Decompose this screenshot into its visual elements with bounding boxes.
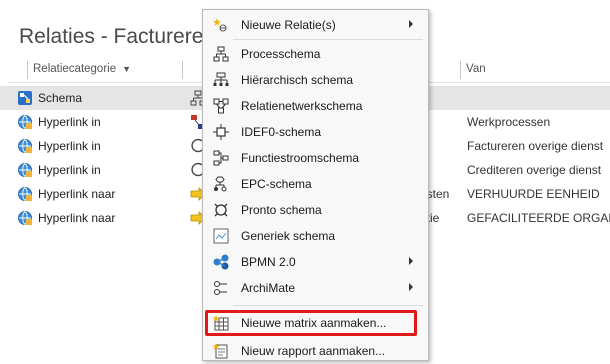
menu-item-nieuwe-matrix[interactable]: Nieuwe matrix aanmaken... <box>203 310 428 336</box>
menu-item-processchema[interactable]: Processchema <box>203 41 428 67</box>
process-schema-icon <box>213 46 229 62</box>
menu-item-label: Nieuwe Relatie(s) <box>241 18 336 32</box>
menu-item-nieuw-rapport[interactable]: Nieuw rapport aanmaken... <box>203 338 428 364</box>
column-header-van[interactable]: Van <box>460 58 610 80</box>
menu-separator <box>233 305 423 306</box>
row-type-label: Hyperlink in <box>38 163 101 177</box>
epc-icon <box>214 176 227 192</box>
page-title: Relaties - Factureren <box>19 25 216 48</box>
hierarchical-schema-icon <box>213 72 229 86</box>
submenu-arrow-icon <box>409 283 413 291</box>
column-header-label: Relatiecategorie <box>33 63 117 75</box>
menu-item-nieuwe-relaties[interactable]: Nieuwe Relatie(s) <box>203 12 428 38</box>
generic-schema-icon <box>213 228 229 244</box>
report-icon <box>213 343 228 359</box>
schema-icon <box>18 91 32 105</box>
row-type-label: Hyperlink in <box>38 115 101 129</box>
menu-item-label: Generiek schema <box>241 229 336 243</box>
submenu-arrow-icon <box>409 257 413 265</box>
archimate-icon <box>214 281 227 295</box>
menu-item-label: IDEF0-schema <box>241 125 322 139</box>
column-header-relatiecategorie[interactable]: Relatiecategorie ▼ <box>27 58 177 80</box>
menu-item-label: ArchiMate <box>241 281 296 295</box>
idef0-icon <box>213 124 229 140</box>
filter-dropdown-icon[interactable]: ▼ <box>122 64 131 74</box>
row-van-cell: Werkprocessen <box>467 115 551 129</box>
matrix-icon <box>213 315 229 331</box>
row-van-cell: GEFACILITEERDE ORGANIS <box>467 211 610 225</box>
hyperlink-icon <box>18 115 32 129</box>
menu-item-archimate[interactable]: ArchiMate <box>203 275 428 301</box>
column-header-label: Van <box>466 63 486 75</box>
hyperlink-icon <box>18 163 32 177</box>
column-separator <box>182 61 183 79</box>
hyperlink-icon <box>18 211 32 225</box>
function-flow-icon <box>213 150 229 166</box>
row-type-label: Hyperlink naar <box>38 187 116 201</box>
menu-item-label: Hiërarchisch schema <box>241 73 354 87</box>
menu-item-pronto-schema[interactable]: Pronto schema <box>203 197 428 223</box>
row-van-cell: Crediteren overige dienst <box>467 163 602 177</box>
menu-item-bpmn[interactable]: BPMN 2.0 <box>203 249 428 275</box>
row-type-label: Hyperlink naar <box>38 211 116 225</box>
new-relation-icon <box>213 18 227 32</box>
menu-item-hierarchisch-schema[interactable]: Hiërarchisch schema <box>203 67 428 93</box>
menu-item-label: Nieuw rapport aanmaken... <box>241 344 386 358</box>
menu-item-label: EPC-schema <box>241 177 312 191</box>
menu-item-label: Functiestroomschema <box>241 151 360 165</box>
column-separator <box>27 61 28 79</box>
row-type-label: Schema <box>38 91 83 105</box>
column-separator <box>460 61 461 79</box>
bpmn-icon <box>213 254 229 270</box>
menu-item-functiestroomschema[interactable]: Functiestroomschema <box>203 145 428 171</box>
pronto-icon <box>214 203 228 217</box>
menu-item-idef0-schema[interactable]: IDEF0-schema <box>203 119 428 145</box>
column-header-unnamed[interactable] <box>182 58 202 80</box>
context-menu: Nieuwe Relatie(s) Processchema Hiërarchi… <box>202 9 429 361</box>
relation-network-icon <box>213 98 229 114</box>
submenu-arrow-icon <box>409 20 413 28</box>
menu-item-epc-schema[interactable]: EPC-schema <box>203 171 428 197</box>
menu-item-label: Processchema <box>241 47 321 61</box>
row-type-label: Hyperlink in <box>38 139 101 153</box>
menu-item-generiek-schema[interactable]: Generiek schema <box>203 223 428 249</box>
row-van-cell: Factureren overige dienst <box>467 139 604 153</box>
menu-item-label: Relatienetwerkschema <box>241 99 363 113</box>
hyperlink-icon <box>18 187 32 201</box>
menu-item-relatienetwerkschema[interactable]: Relatienetwerkschema <box>203 93 428 119</box>
menu-separator <box>233 39 423 40</box>
row-van-cell: VERHUURDE EENHEID <box>467 187 600 201</box>
hyperlink-icon <box>18 139 32 153</box>
menu-item-label: Pronto schema <box>241 203 322 217</box>
menu-item-label: BPMN 2.0 <box>241 255 296 269</box>
menu-item-label: Nieuwe matrix aanmaken... <box>241 316 387 330</box>
